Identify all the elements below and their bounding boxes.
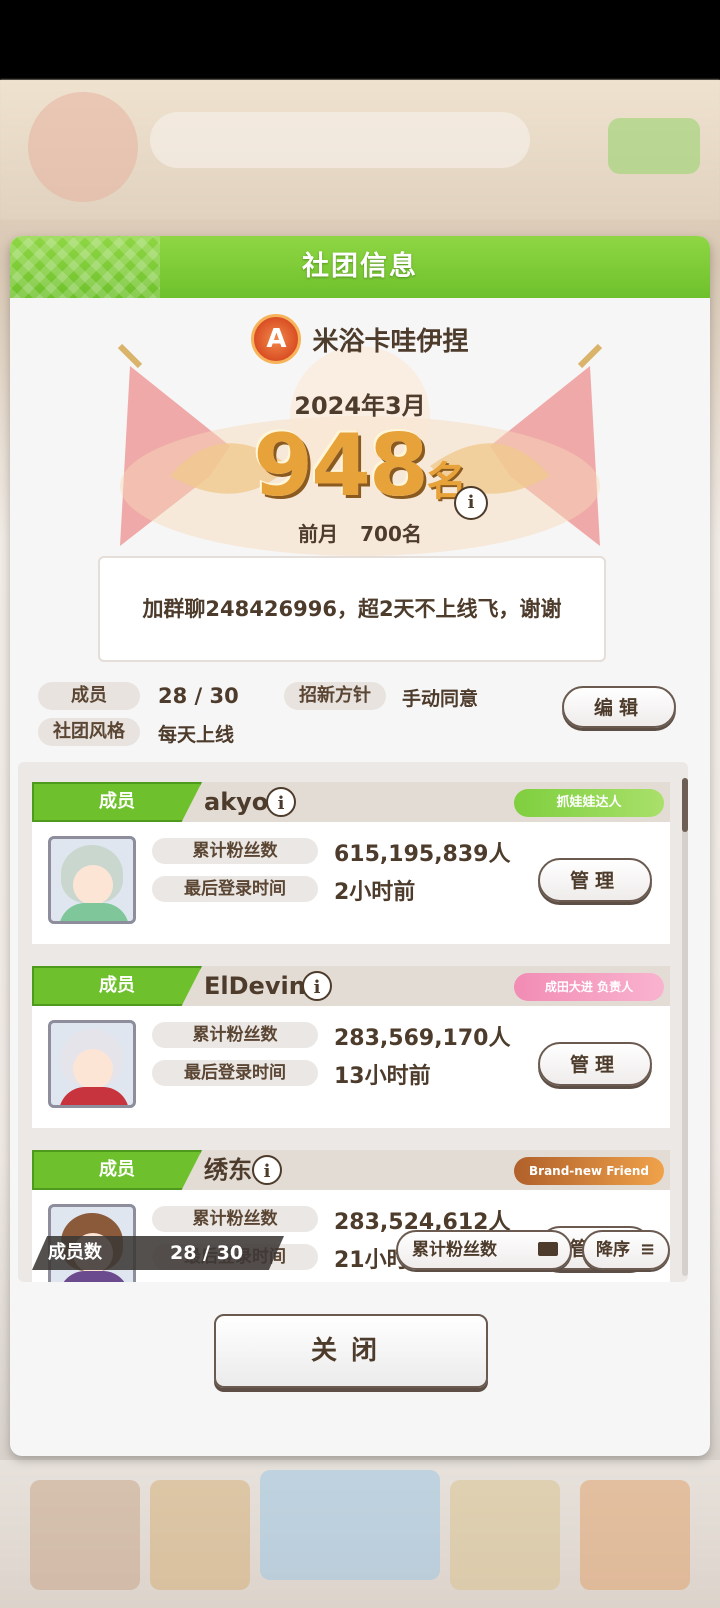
dialog-header: 社团信息: [10, 236, 710, 298]
background-nav-tile: [260, 1470, 440, 1580]
sort-field-label: 累计粉丝数: [412, 1240, 497, 1260]
member-count-label: 成员数: [48, 1242, 102, 1263]
member-list[interactable]: 成员 akyo i 抓娃娃达人 累计粉丝数 615,195,839人 最后登录时…: [18, 762, 688, 1282]
club-name: 米浴卡哇伊捏: [312, 326, 469, 357]
member-card: 成员 akyo i 抓娃娃达人 累计粉丝数 615,195,839人 最后登录时…: [32, 782, 670, 944]
layers-icon: [538, 1242, 558, 1256]
background-name-box: [150, 112, 530, 168]
member-info-icon[interactable]: i: [252, 1155, 282, 1185]
member-title-badge: 抓娃娃达人: [514, 789, 664, 817]
member-title-badge: 成田大进 负责人: [514, 973, 664, 1001]
background-green-button: [608, 118, 700, 174]
close-button[interactable]: 关闭: [214, 1314, 488, 1388]
member-avatar[interactable]: [48, 836, 136, 924]
member-role: 成员: [32, 1150, 202, 1190]
sort-order-label: 降序: [596, 1240, 630, 1260]
member-info-icon[interactable]: i: [266, 787, 296, 817]
previous-month-value: 700名: [360, 522, 422, 546]
fans-label: 累计粉丝数: [152, 838, 318, 864]
status-bar: [0, 0, 720, 80]
last-login-label: 最后登录时间: [152, 876, 318, 902]
member-name: akyo: [204, 788, 269, 816]
background-nav-tile: [450, 1480, 560, 1590]
rank-display: 948名: [10, 416, 710, 516]
previous-month-rank: 前月 700名: [10, 518, 710, 547]
background-nav-tile: [150, 1480, 250, 1590]
sort-lines-icon: ≡: [640, 1239, 656, 1260]
background-club-emblem: [28, 92, 138, 202]
members-value: 28 / 30: [158, 684, 239, 708]
club-emblem-icon: A: [251, 314, 302, 364]
last-login-label: 最后登录时间: [152, 1060, 318, 1086]
fans-value: 283,569,170人: [334, 1026, 511, 1051]
background-nav-tile: [30, 1480, 140, 1590]
member-card: 成员 ElDevin i 成田大进 负责人 累计粉丝数 283,569,170人…: [32, 966, 670, 1128]
member-count-value: 28 / 30: [170, 1242, 244, 1264]
rank-number: 948: [253, 416, 429, 516]
style-value: 每天上线: [158, 724, 235, 746]
list-scrollbar[interactable]: [682, 778, 688, 1276]
member-avatar[interactable]: [48, 1020, 136, 1108]
member-card-header: 成员 akyo i 抓娃娃达人: [32, 782, 670, 822]
member-card-header: 成员 ElDevin i 成田大进 负责人: [32, 966, 670, 1006]
club-name-row: A 米浴卡哇伊捏: [10, 314, 710, 370]
last-login-value: 13小时前: [334, 1064, 431, 1089]
member-title-badge: Brand-new Friend: [514, 1157, 664, 1185]
style-label: 社团风格: [38, 718, 140, 746]
recruit-value: 手动同意: [402, 688, 479, 710]
club-notice-text: 加群聊248426996，超2天不上线飞，谢谢: [142, 597, 562, 621]
dialog-title: 社团信息: [302, 251, 418, 282]
club-info-dialog: 社团信息 A 米浴卡哇伊捏 2024年3月 948名 i 前月 700名 加群聊2…: [10, 236, 710, 1456]
member-card-header: 成员 绣东 i Brand-new Friend: [32, 1150, 670, 1190]
member-card-body: 累计粉丝数 283,569,170人 最后登录时间 13小时前 管理: [32, 1006, 670, 1128]
club-notice: 加群聊248426996，超2天不上线飞，谢谢: [98, 556, 606, 662]
members-label: 成员: [38, 682, 140, 710]
recruit-label: 招新方针: [284, 682, 386, 710]
member-name: ElDevin: [204, 972, 306, 1000]
member-role: 成员: [32, 966, 202, 1006]
last-login-value: 2小时前: [334, 880, 416, 905]
member-role: 成员: [32, 782, 202, 822]
rank-info-icon[interactable]: i: [454, 486, 488, 520]
list-scroll-thumb[interactable]: [682, 778, 688, 832]
sort-field-button[interactable]: 累计粉丝数: [396, 1230, 572, 1270]
member-info-icon[interactable]: i: [302, 971, 332, 1001]
member-name: 绣东: [204, 1156, 252, 1184]
fans-label: 累计粉丝数: [152, 1022, 318, 1048]
fans-value: 615,195,839人: [334, 842, 511, 867]
manage-button[interactable]: 管理: [538, 1042, 652, 1086]
manage-button[interactable]: 管理: [538, 858, 652, 902]
member-count-bar: 成员数 28 / 30: [32, 1236, 284, 1270]
fans-label: 累计粉丝数: [152, 1206, 318, 1232]
member-card-body: 累计粉丝数 615,195,839人 最后登录时间 2小时前 管理: [32, 822, 670, 944]
edit-button[interactable]: 编辑: [562, 686, 676, 728]
sort-order-button[interactable]: 降序 ≡: [582, 1230, 670, 1270]
background-nav-tile: [580, 1480, 690, 1590]
previous-month-label: 前月: [298, 522, 339, 546]
